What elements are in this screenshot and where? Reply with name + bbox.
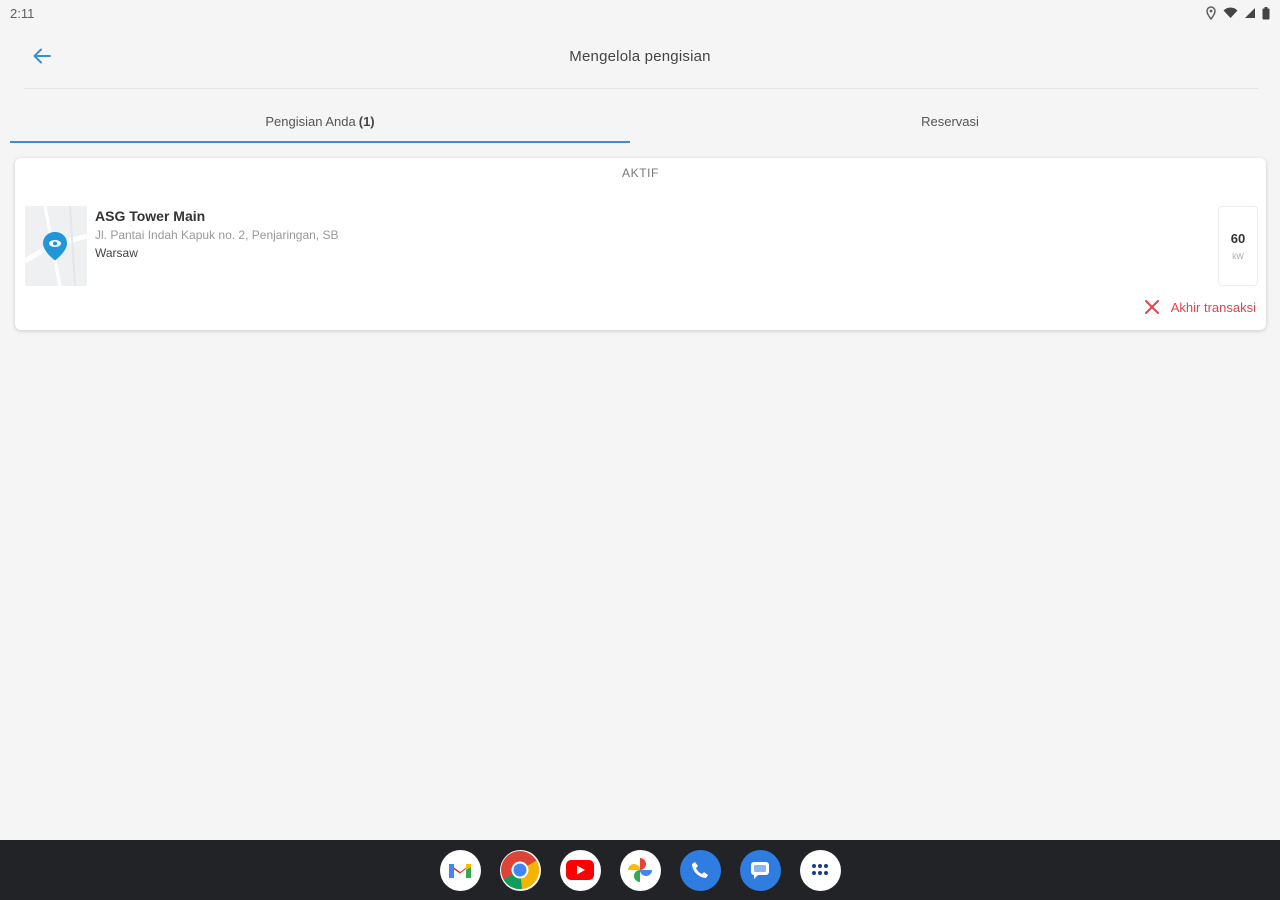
app-dock xyxy=(0,840,1280,900)
app-bar: Mengelola pengisian xyxy=(0,30,1280,82)
close-icon xyxy=(1144,300,1159,314)
station-name: ASG Tower Main xyxy=(95,208,206,224)
station-map-thumbnail xyxy=(25,206,87,286)
battery-icon xyxy=(1262,6,1270,19)
tab-reservasi[interactable]: Reservasi xyxy=(630,100,1270,142)
arrow-back-icon xyxy=(33,48,51,64)
tab-label: Pengisian Anda xyxy=(265,113,356,129)
power-unit: kW xyxy=(1232,252,1244,261)
power-badge: 60 kW xyxy=(1218,206,1258,286)
apps-grid-icon[interactable] xyxy=(799,849,841,891)
session-status-header: AKTIF xyxy=(621,166,659,180)
photos-icon[interactable] xyxy=(619,849,661,891)
station-city: Warsaw xyxy=(95,246,138,260)
chrome-icon[interactable] xyxy=(499,849,541,891)
page-title: Mengelola pengisian xyxy=(569,47,711,65)
youtube-icon[interactable] xyxy=(559,849,601,891)
back-button[interactable] xyxy=(26,42,58,70)
location-icon xyxy=(1206,6,1216,20)
charging-session-card[interactable]: AKTIF ASG Tower Main Jl. Pantai Indah Ka… xyxy=(15,158,1266,330)
end-transaction-label: Akhir transaksi xyxy=(1170,299,1256,315)
status-time: 2:11 xyxy=(10,5,35,21)
tab-bar: Pengisian Anda (1) Reservasi xyxy=(10,100,1270,144)
power-value: 60 xyxy=(1230,231,1246,246)
tab-pengisian-anda[interactable]: Pengisian Anda (1) xyxy=(10,100,630,143)
status-icons xyxy=(1205,6,1270,20)
station-address: Jl. Pantai Indah Kapuk no. 2, Penjaringa… xyxy=(95,228,339,242)
end-transaction-button[interactable]: Akhir transaksi xyxy=(1144,296,1256,318)
tab-label: Reservasi xyxy=(921,113,979,129)
messages-icon[interactable] xyxy=(739,849,781,891)
gmail-icon[interactable] xyxy=(439,849,481,891)
phone-icon[interactable] xyxy=(679,849,721,891)
tab-count: (1) xyxy=(358,113,375,129)
wifi-icon xyxy=(1223,7,1238,18)
signal-icon xyxy=(1245,8,1255,18)
map-pin-icon xyxy=(25,206,87,286)
status-bar: 2:11 xyxy=(0,0,1280,26)
header-divider xyxy=(24,88,1258,89)
